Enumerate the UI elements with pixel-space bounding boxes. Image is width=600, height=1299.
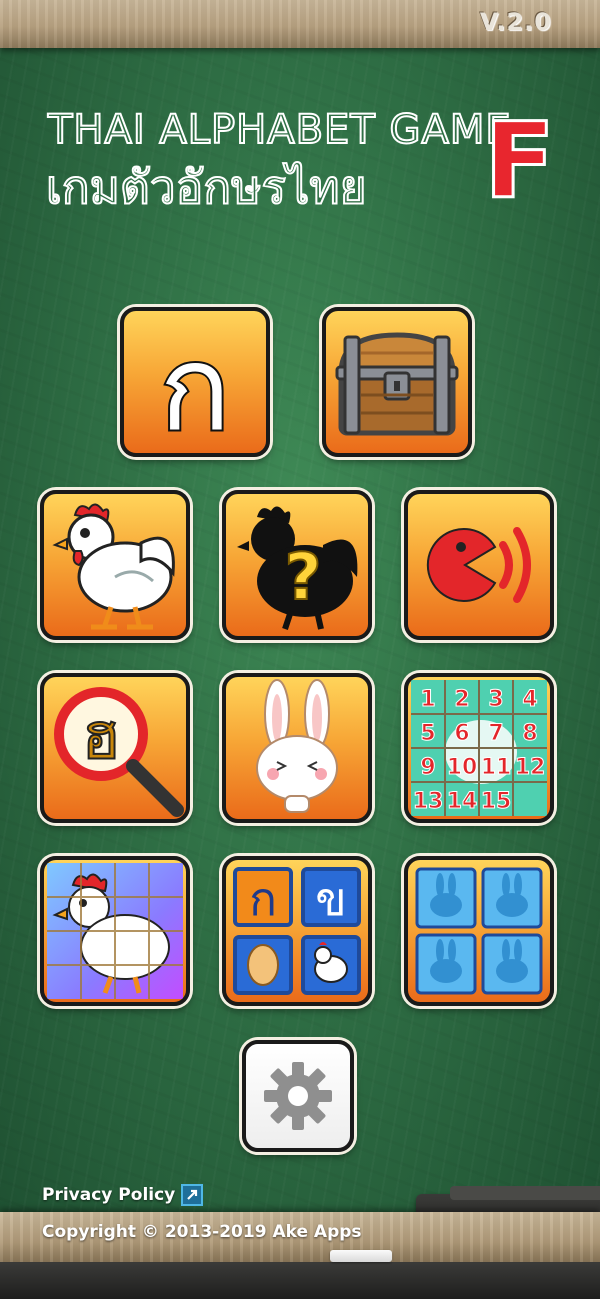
- privacy-policy-link[interactable]: Privacy Policy: [42, 1184, 204, 1206]
- match-glyph-1: ก: [249, 872, 277, 926]
- jigsaw-button[interactable]: [40, 856, 190, 1006]
- title-thai: เกมตัวอักษรไทย: [45, 159, 368, 215]
- external-link-icon: [181, 1184, 204, 1206]
- puzzle-number: 6: [454, 721, 469, 746]
- title-badge: F: [482, 100, 556, 222]
- guess-button[interactable]: ?: [222, 490, 372, 640]
- treasure-button[interactable]: [322, 307, 472, 457]
- treasure-chest-icon: [335, 332, 459, 436]
- chicken-silhouette-question-icon: ?: [237, 506, 358, 630]
- alphabet-glyph: ก: [159, 319, 230, 447]
- rabbit-icon: [256, 679, 338, 813]
- alphabet-button[interactable]: ก: [120, 307, 270, 457]
- memory-button[interactable]: [404, 856, 554, 1006]
- puzzle-number: 7: [488, 721, 503, 746]
- memory-cards-icon: [415, 867, 543, 995]
- frame-edge: [0, 1262, 600, 1299]
- puzzle-number: 1: [420, 687, 435, 712]
- rabbit-button[interactable]: [222, 673, 372, 823]
- alphabet-icon: ก: [157, 317, 232, 447]
- puzzle-number: 11: [481, 755, 512, 780]
- chicken-jigsaw-icon: [47, 863, 183, 999]
- match-button[interactable]: ก ข: [222, 856, 372, 1006]
- find-glyph: ฮ: [81, 700, 120, 774]
- gear-icon: [264, 1062, 332, 1130]
- sound-pacman-icon: [426, 527, 531, 603]
- animal-button[interactable]: [40, 490, 190, 640]
- settings-button[interactable]: [242, 1040, 354, 1152]
- sound-button[interactable]: [404, 490, 554, 640]
- copyright-text: Copyright © 2013-2019 Ake Apps: [42, 1222, 362, 1242]
- chalk-stick: [330, 1250, 392, 1262]
- slide-puzzle-button[interactable]: 1 2 3 4 5 6 7 8 9 10 11 12 13 14 15: [404, 673, 554, 823]
- match-glyph-2: ข: [315, 872, 346, 926]
- puzzle-number: 8: [522, 721, 537, 746]
- match-cards-icon: ก ข: [233, 867, 361, 995]
- puzzle-number: 10: [447, 755, 478, 780]
- question-mark: ?: [284, 541, 321, 615]
- puzzle-number: 3: [488, 687, 503, 712]
- version-label: V.2.0: [479, 8, 552, 36]
- find-letter-button[interactable]: ฮ: [40, 673, 190, 823]
- puzzle-number: 9: [420, 755, 435, 780]
- puzzle-number: 4: [522, 687, 537, 712]
- chicken-icon: [52, 503, 175, 630]
- puzzle-number: 14: [447, 789, 478, 814]
- puzzle-number: 13: [413, 789, 444, 814]
- privacy-policy-label: Privacy Policy: [42, 1185, 176, 1205]
- title-english: THAI ALPHABET GAME: [47, 107, 512, 153]
- magnifier-icon: ฮ: [54, 687, 184, 817]
- puzzle-number: 5: [420, 721, 435, 746]
- slide-puzzle-icon: 1 2 3 4 5 6 7 8 9 10 11 12 13 14 15: [411, 680, 547, 816]
- puzzle-number: 2: [454, 687, 469, 712]
- puzzle-number: 15: [481, 789, 512, 814]
- puzzle-number: 12: [515, 755, 546, 780]
